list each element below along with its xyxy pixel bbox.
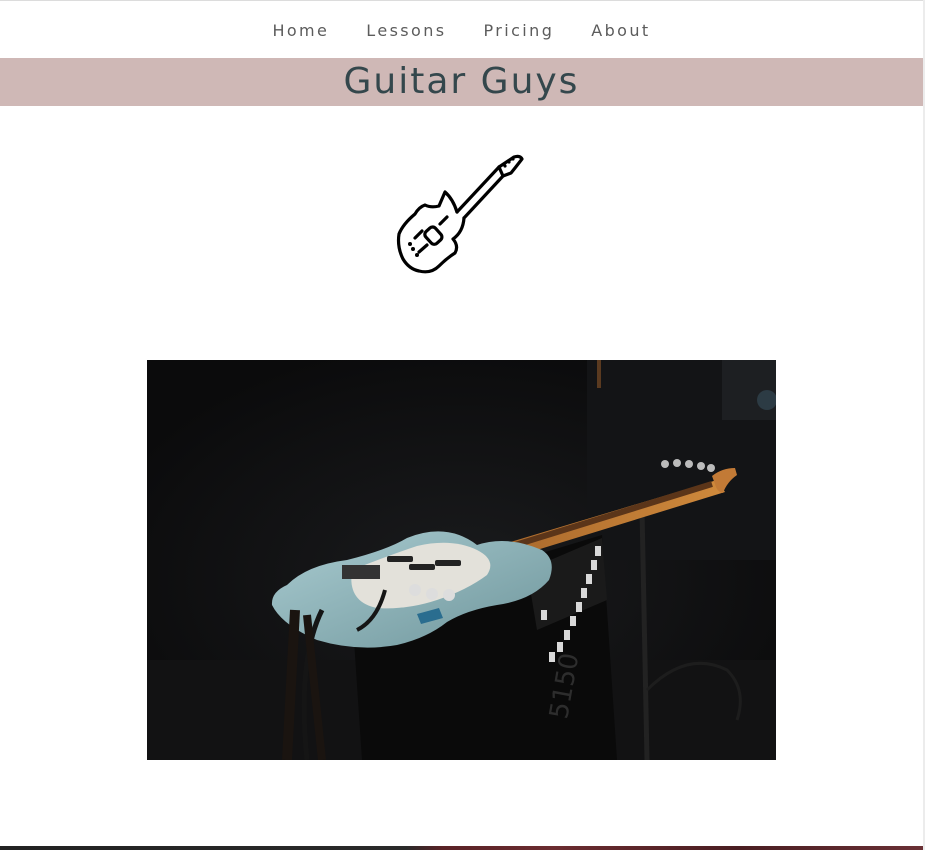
main-nav: Home Lessons Pricing About [0,1,923,58]
nav-lessons-link[interactable]: Lessons [366,20,446,40]
bottom-image-edge [0,846,923,850]
page: Home Lessons Pricing About Guitar Guys 5… [0,0,925,850]
nav-pricing-link[interactable]: Pricing [484,20,555,40]
site-title: Guitar Guys [343,61,580,102]
nav-about-link[interactable]: About [591,20,650,40]
title-banner: Guitar Guys [0,58,923,106]
electric-guitar-icon [395,152,529,280]
guitar-photo: 5150 [147,360,776,760]
nav-home-link[interactable]: Home [272,20,329,40]
